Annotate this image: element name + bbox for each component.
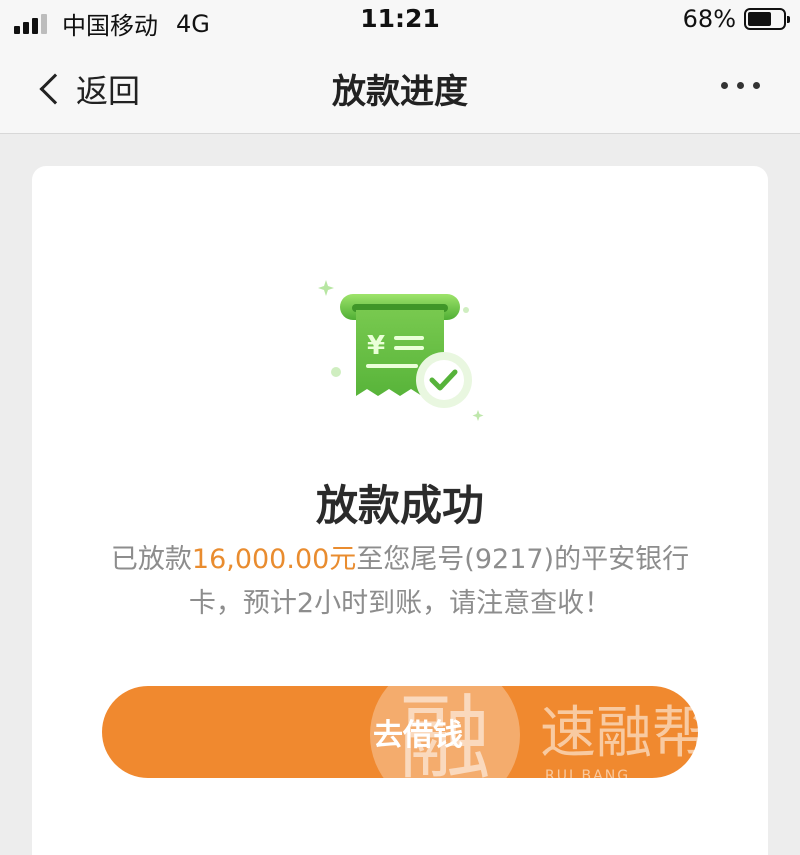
- screen: 中国移动 4G 11:21 68% 返回 放款进度 ¥ 放款成功 已放款16,0…: [0, 0, 800, 855]
- status-right: 68%: [682, 5, 790, 33]
- result-card: ¥ 放款成功 已放款16,000.00元至您尾号(9217)的平安银行卡，预计2…: [32, 166, 768, 855]
- desc-prefix: 已放款: [110, 544, 192, 575]
- battery-percent: 68%: [682, 5, 736, 33]
- status-bar: 中国移动 4G 11:21 68%: [0, 0, 800, 40]
- borrow-button[interactable]: 去借钱: [102, 686, 698, 778]
- receipt-success-icon: ¥: [318, 280, 484, 421]
- svg-text:¥: ¥: [367, 331, 385, 361]
- battery-icon: [744, 8, 790, 30]
- more-dot-icon: [753, 82, 760, 89]
- more-options-button[interactable]: [712, 82, 760, 89]
- back-label: 返回: [76, 72, 141, 110]
- more-dot-icon: [721, 82, 728, 89]
- chevron-left-icon: [39, 73, 71, 105]
- borrow-button-label: 去借钱: [373, 718, 463, 753]
- result-title: 放款成功: [315, 481, 484, 530]
- more-dot-icon: [737, 82, 744, 89]
- result-description: 已放款16,000.00元至您尾号(9217)的平安银行卡，预计2小时到账，请注…: [92, 538, 708, 626]
- navigation-bar: 返回 放款进度: [0, 40, 800, 134]
- back-button[interactable]: 返回: [36, 66, 140, 112]
- loan-amount: 16,000.00元: [191, 544, 357, 575]
- status-time: 11:21: [360, 4, 440, 33]
